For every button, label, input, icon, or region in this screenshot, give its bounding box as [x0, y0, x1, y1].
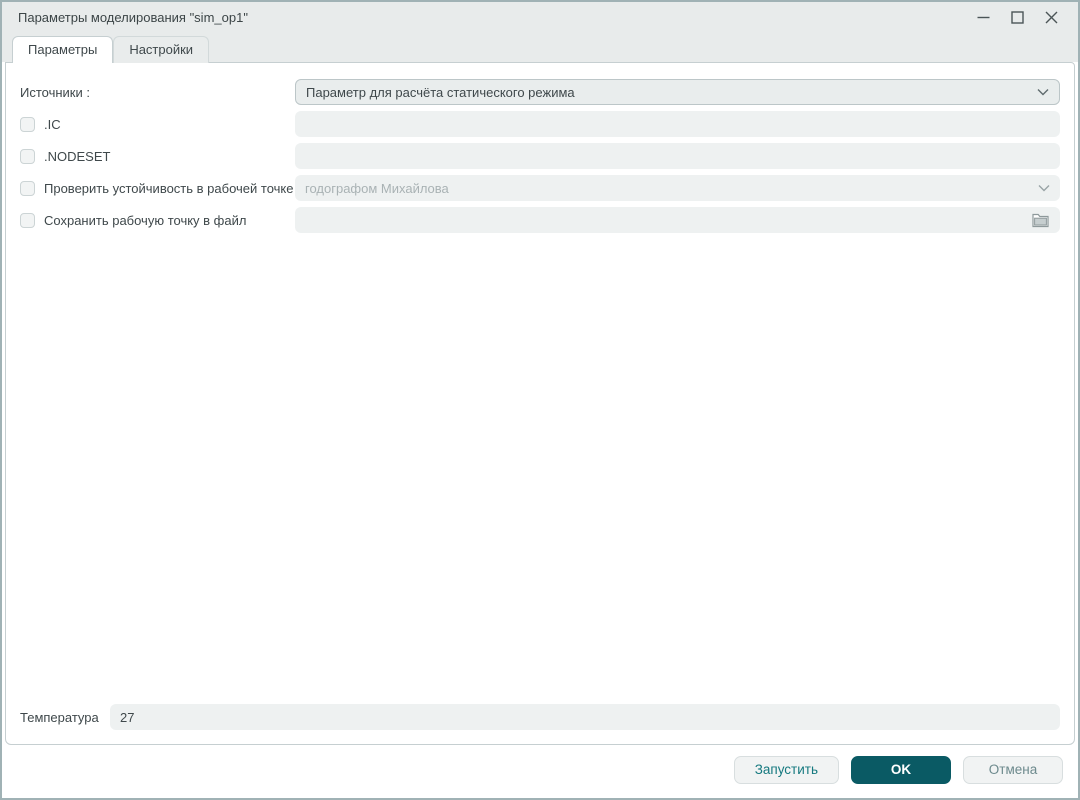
stability-checkbox[interactable] [20, 180, 35, 196]
save-point-input[interactable] [295, 207, 1060, 233]
tab-settings[interactable]: Настройки [113, 36, 210, 63]
tab-parameters[interactable]: Параметры [12, 36, 114, 63]
stability-row: Проверить устойчивость в рабочей точке г… [20, 175, 1060, 201]
temperature-row: Температура 27 [20, 704, 1060, 730]
window-title: Параметры моделирования "sim_op1" [18, 10, 248, 25]
temperature-label: Температура [20, 709, 99, 725]
maximize-button[interactable] [1004, 6, 1030, 30]
ok-button[interactable]: OK [851, 755, 951, 784]
maximize-icon [1010, 11, 1024, 24]
chevron-down-icon [1037, 89, 1049, 96]
chevron-down-icon [1038, 185, 1050, 192]
stability-dropdown-value: годографом Михайлова [305, 180, 449, 196]
minimize-button[interactable] [970, 6, 996, 30]
minimize-icon [977, 16, 989, 19]
tab-panel-parameters: Источники : Параметр для расчёта статиче… [5, 62, 1075, 745]
dialog-window: Параметры моделирования "sim_op1" Параме… [0, 0, 1080, 800]
titlebar: Параметры моделирования "sim_op1" [2, 2, 1078, 33]
cancel-button[interactable]: Отмена [963, 755, 1063, 784]
folder-icon [1032, 213, 1049, 228]
close-button[interactable] [1038, 6, 1064, 30]
ic-row: .IC [20, 111, 1060, 137]
close-icon [1045, 11, 1057, 24]
sources-row: Источники : Параметр для расчёта статиче… [20, 79, 1060, 105]
nodeset-checkbox[interactable] [20, 148, 35, 164]
save-point-label: Сохранить рабочую точку в файл [44, 212, 247, 228]
sources-dropdown-value: Параметр для расчёта статического режима [306, 84, 575, 100]
stability-label: Проверить устойчивость в рабочей точке [44, 180, 294, 196]
ic-label: .IC [44, 116, 61, 132]
ic-checkbox[interactable] [20, 116, 35, 132]
nodeset-label: .NODESET [44, 148, 111, 164]
window-controls [970, 6, 1064, 30]
run-button[interactable]: Запустить [733, 755, 839, 784]
save-point-checkbox[interactable] [20, 212, 35, 228]
temperature-input-value: 27 [120, 709, 135, 725]
browse-file-button[interactable] [1031, 212, 1050, 228]
nodeset-input[interactable] [295, 143, 1060, 169]
footer: Запустить OK Отмена [2, 745, 1078, 798]
temperature-input[interactable]: 27 [110, 704, 1060, 730]
sources-dropdown[interactable]: Параметр для расчёта статического режима [295, 79, 1060, 105]
tabbar: Параметры Настройки [2, 33, 1078, 63]
panel-spacer [20, 239, 1060, 704]
nodeset-row: .NODESET [20, 143, 1060, 169]
save-point-row: Сохранить рабочую точку в файл [20, 207, 1060, 233]
sources-label: Источники : [20, 84, 90, 100]
stability-dropdown[interactable]: годографом Михайлова [295, 175, 1060, 201]
ic-input[interactable] [295, 111, 1060, 137]
